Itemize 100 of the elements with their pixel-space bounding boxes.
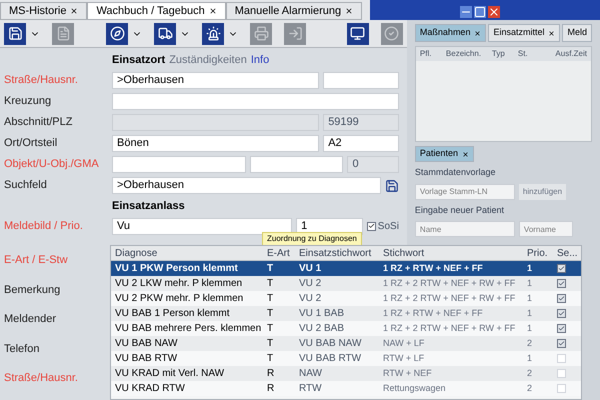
table-cell-text: 1 (526, 322, 534, 335)
input-field[interactable]: >Oberhausen (112, 177, 381, 194)
transfer-icon[interactable] (284, 22, 306, 44)
column-header[interactable]: Ausf.Zeit (551, 48, 591, 60)
table-cell-text: NAW + LF (382, 336, 426, 350)
diagnosis-row[interactable]: VU 1 PKW Person klemmt T VU 1 1 RZ + RTW + NEF + FF 1 (111, 261, 581, 276)
table-cell-text: RTW + LF (382, 352, 426, 365)
diagnosis-row[interactable]: VU 2 LKW mehr. P klemmen T VU 2 1 RZ + 2 RTW + NEF + RW + FF 1 (111, 276, 581, 291)
input-field[interactable] (112, 93, 399, 110)
table-cell-text: VU KRAD RTW (114, 382, 186, 396)
field-label: Kreuzung (4, 94, 52, 110)
maximize-icon[interactable] (474, 6, 486, 18)
table-cell-text: RTW + NEF (382, 366, 433, 380)
info-link[interactable]: Info (250, 52, 270, 68)
table-cell-text: VU 1 (298, 262, 322, 276)
checkbox-label: SoSi (378, 220, 399, 234)
checkbox[interactable] (366, 222, 376, 230)
diagnosis-row[interactable]: VU BAB 1 Person klemmt T VU 1 BAB 1 RZ + RTW + NEF + FF 1 (111, 306, 581, 321)
save-icon[interactable] (4, 22, 26, 44)
siren-icon[interactable] (202, 22, 224, 44)
table-cell-text: 1 RZ + 2 RTW + NEF + RW + FF (382, 322, 516, 335)
field-label: Meldebild / Prio. (4, 218, 84, 234)
table-cell-text: NAW (298, 367, 323, 381)
table-cell-text: 1 (526, 276, 534, 290)
add-button[interactable]: hinzufügen (518, 184, 566, 200)
table-cell-text: VU 2 BAB (298, 322, 346, 336)
table-cell-text: VU 2 LKW mehr. P klemmen (114, 277, 244, 291)
column-header[interactable]: Bezeichn. (442, 48, 488, 60)
table-cell-text: 1 (526, 292, 534, 305)
check-icon[interactable] (380, 22, 403, 44)
close-icon[interactable] (345, 7, 354, 15)
column-header[interactable]: Typ (488, 48, 514, 60)
close-icon[interactable] (462, 150, 469, 158)
tab[interactable]: Wachbuch / Tagebuch (87, 2, 226, 20)
checkbox[interactable] (557, 264, 566, 273)
checkbox[interactable] (557, 279, 566, 288)
tab[interactable]: Manuelle Alarmierung (226, 2, 362, 20)
input-field[interactable]: 0 (347, 156, 399, 173)
table-cell-text: 1 (526, 352, 534, 365)
table-cell-text: 2 (526, 336, 534, 350)
close-icon[interactable] (70, 7, 78, 15)
column-header[interactable]: Stichwort (379, 246, 523, 260)
diagnosis-row[interactable]: VU KRAD mit Verl. NAW R NAW RTW + NEF 2 (111, 366, 581, 381)
table-cell-text: R (266, 367, 276, 381)
column-header[interactable]: Se... (553, 246, 579, 260)
printer-icon[interactable] (250, 22, 272, 44)
table-cell-text: T (266, 307, 274, 321)
field-label: Abschnitt/PLZ (4, 115, 74, 130)
column-header[interactable]: Einsatzstichwort (295, 246, 379, 260)
input-field[interactable]: Vorname (518, 221, 573, 237)
input-field[interactable]: Name (414, 221, 515, 237)
input-field[interactable]: Bönen (112, 135, 320, 152)
column-header[interactable]: Diagnose (111, 246, 263, 260)
save-icon[interactable] (384, 178, 399, 192)
input-field[interactable]: >Oberhausen (112, 72, 320, 89)
tab[interactable]: Einsatzmittel (488, 24, 560, 42)
tooltip: Zuordnung zu Diagnosen (262, 232, 362, 246)
document-icon[interactable] (52, 22, 74, 44)
table-cell-text: 1 RZ + 2 RTW + NEF + RW + FF (382, 276, 516, 290)
section-label: Eingabe neuer Patient (414, 204, 505, 217)
truck-icon[interactable] (154, 22, 176, 44)
section-tab[interactable]: Einsatzort (112, 52, 166, 68)
table-cell-text: VU BAB 1 Person klemmt (114, 307, 230, 321)
table-cell-text: T (266, 337, 274, 351)
table-cell-text: T (266, 292, 274, 306)
table-cell-text: VU BAB RTW (114, 352, 178, 366)
column-header[interactable]: Pfl. (416, 48, 442, 60)
minimize-icon[interactable] (460, 6, 472, 18)
input-field[interactable] (323, 72, 399, 89)
checkbox[interactable] (557, 309, 566, 318)
diagnosis-row[interactable]: VU BAB NAW T VU BAB NAW NAW + LF 2 (111, 336, 581, 351)
close-icon[interactable] (474, 30, 482, 36)
column-header[interactable]: St. (514, 48, 540, 60)
input-field[interactable]: Vorlage Stamm-LN (414, 184, 515, 200)
monitor-icon[interactable] (346, 22, 369, 44)
section-tab[interactable]: Zuständigkeiten (169, 52, 247, 68)
table-cell-text: VU 1 PKW Person klemmt (114, 262, 239, 276)
compass-icon[interactable] (106, 22, 128, 44)
checkbox[interactable] (557, 324, 566, 333)
field-label: Bemerkung (4, 282, 60, 298)
tab[interactable]: Patienten (414, 146, 474, 162)
tab[interactable]: MS-Historie (0, 2, 88, 20)
checkbox[interactable] (557, 339, 566, 348)
checkbox[interactable] (557, 294, 566, 303)
input-field[interactable] (250, 156, 344, 173)
table-cell-text: VU 2 (298, 292, 322, 306)
input-field[interactable]: A2 (323, 135, 399, 152)
tab[interactable]: Meld (562, 24, 592, 42)
table-cell-text: 1 RZ + RTW + NEF + FF (382, 262, 484, 275)
input-field[interactable] (112, 156, 246, 173)
close-icon[interactable] (208, 7, 217, 15)
section-label: Stammdatenvorlage (414, 166, 496, 179)
table-cell-text: VU 2 PKW mehr. P klemmen (114, 292, 244, 306)
close-icon[interactable] (548, 30, 556, 36)
input-field[interactable]: 59199 (323, 114, 399, 131)
input-field[interactable]: Vu (112, 218, 292, 234)
table-cell-text: T (266, 352, 274, 366)
tab[interactable]: Maßnahmen (414, 24, 486, 42)
column-header[interactable]: E-Art (263, 246, 295, 260)
column-header[interactable]: Prio. (523, 246, 553, 260)
